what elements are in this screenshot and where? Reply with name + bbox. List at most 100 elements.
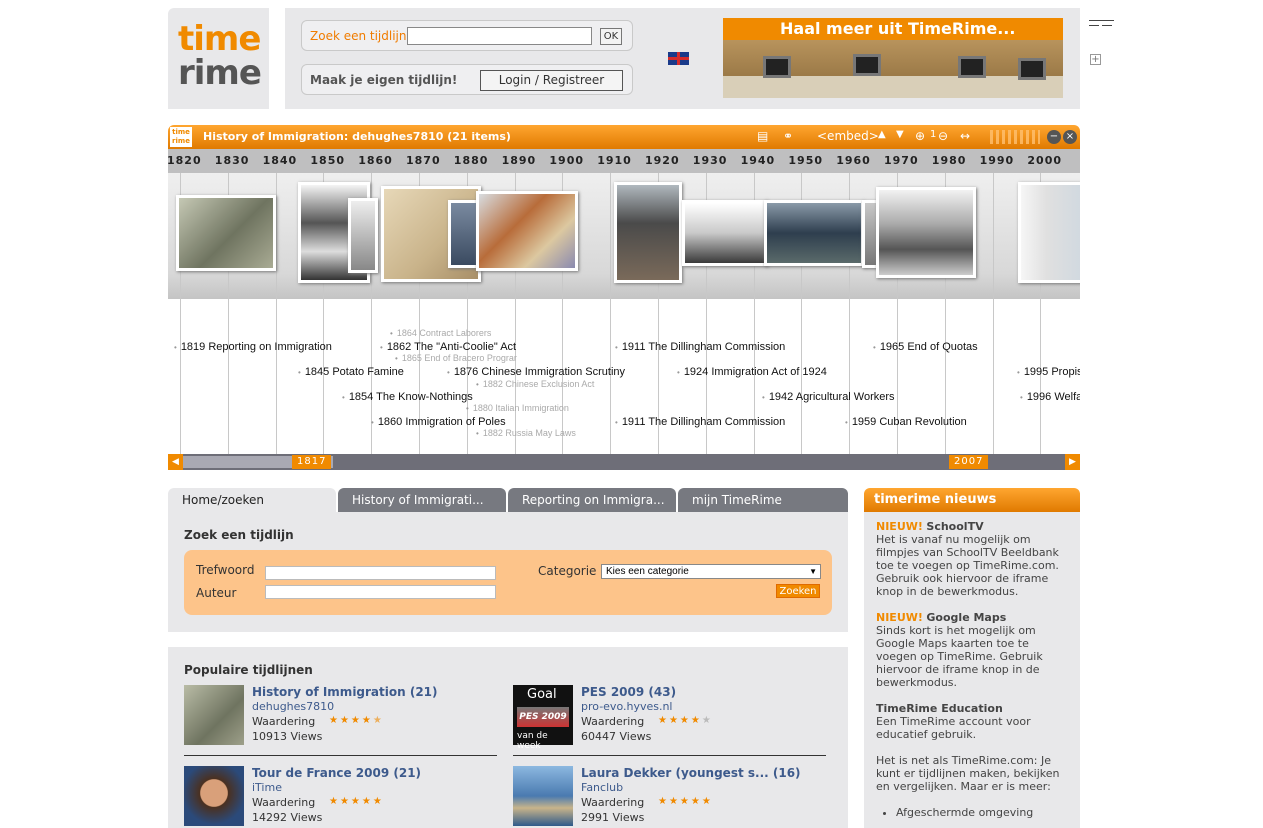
timeline-event-label[interactable]: 1864 Contract Laborers	[390, 328, 492, 338]
divider	[184, 755, 497, 756]
timeline-event-label[interactable]: 1911 The Dillingham Commission	[615, 341, 785, 353]
event-thumbnail[interactable]	[1018, 182, 1080, 283]
expand-icon[interactable]: +	[1090, 54, 1101, 65]
timeline-event-area: 1864 Contract Laborers 1819 Reporting on …	[168, 299, 1080, 454]
arrow-down-icon[interactable]: ▼	[896, 129, 904, 140]
news-panel: NIEUW! SchoolTV Het is vanaf nu mogelijk…	[864, 512, 1080, 828]
popular-item[interactable]: History of Immigration (21) dehughes7810…	[184, 685, 498, 758]
timeline-event-label[interactable]: 1996 Welfa	[1020, 391, 1080, 403]
event-thumbnail[interactable]	[476, 191, 578, 271]
thumbnail-image[interactable]: Goal PES 2009 van de week	[513, 685, 573, 751]
minimize-icon[interactable]: −	[1047, 130, 1061, 144]
link-icon[interactable]: ⚭	[783, 129, 793, 143]
create-timeline-label: Maak je eigen tijdlijn!	[310, 73, 458, 87]
search-timeline-input[interactable]	[407, 27, 592, 45]
popular-item-author[interactable]: Fanclub	[581, 781, 623, 794]
range-start-marker[interactable]: 1817	[292, 455, 332, 469]
event-thumbnail[interactable]	[348, 198, 378, 273]
news-item: NIEUW! Google Maps Sinds kort is het mog…	[876, 611, 1068, 689]
range-end-marker[interactable]: 2007	[949, 455, 989, 469]
print-icon[interactable]: ▤	[757, 129, 768, 143]
drag-handle[interactable]	[990, 130, 1040, 144]
timeline-event-label[interactable]: 1876 Chinese Immigration Scrutiny	[447, 366, 625, 378]
timeline-event-label[interactable]: 1845 Potato Famine	[298, 366, 404, 378]
timeline-image-strip	[168, 173, 1080, 299]
timeline-event-label[interactable]: 1865 End of Bracero Prograr	[395, 353, 517, 363]
author-input[interactable]	[265, 585, 496, 599]
arrow-up-icon[interactable]: ▲	[878, 129, 886, 140]
timeline-event-label[interactable]: 1911 The Dillingham Commission	[615, 416, 785, 428]
timeline-event-label[interactable]: 1854 The Know-Nothings	[342, 391, 473, 403]
scroll-right-icon[interactable]: ▶	[1065, 454, 1080, 470]
timeline-event-label[interactable]: 1995 Propis	[1017, 366, 1080, 378]
logo-line2: rime	[178, 53, 262, 93]
tab-my-timerime[interactable]: mijn TimeRime	[678, 488, 848, 512]
timeline-event-label[interactable]: 1860 Immigration of Poles	[371, 416, 506, 428]
timerime-logo[interactable]: time rime	[168, 8, 269, 109]
rating-label: Waardering	[581, 796, 645, 809]
timeline-event-label[interactable]: 1819 Reporting on Immigration	[174, 341, 332, 353]
year-gridline	[992, 173, 994, 299]
tab-home-search[interactable]: Home/zoeken	[168, 488, 336, 512]
news-item: Het is net als TimeRime.com: Je kunt er …	[876, 754, 1068, 793]
popular-item-title[interactable]: PES 2009 (43)	[581, 685, 676, 699]
embed-button[interactable]: <embed>	[817, 129, 879, 143]
popular-item-title[interactable]: Tour de France 2009 (21)	[252, 766, 421, 780]
timeline-event-label[interactable]: 1942 Agricultural Workers	[762, 391, 895, 403]
zoom-in-icon[interactable]: ⊕	[915, 129, 925, 143]
ok-button[interactable]: OK	[600, 28, 622, 45]
popular-item-title[interactable]: Laura Dekker (youngest s... (16)	[581, 766, 801, 780]
category-select[interactable]: Kies een categorie ▼	[601, 564, 821, 579]
rating-stars: ★★★★★	[329, 796, 384, 807]
timeline-logo: time rime	[170, 127, 192, 147]
event-thumbnail[interactable]	[614, 182, 682, 283]
popular-item-title[interactable]: History of Immigration (21)	[252, 685, 438, 699]
tab-reporting-on-immigration[interactable]: Reporting on Immigra...	[508, 488, 676, 512]
fit-width-icon[interactable]: ↔	[960, 129, 970, 143]
popular-item[interactable]: Laura Dekker (youngest s... (16) Fanclub…	[513, 766, 827, 828]
year-tick-label: 1870	[406, 154, 441, 167]
timeline-event-label[interactable]: 1924 Immigration Act of 1924	[677, 366, 827, 378]
timeline-toolbar: time rime History of Immigration: dehughe…	[168, 125, 1080, 149]
view-count: 2991 Views	[581, 811, 645, 824]
timeline-event-label[interactable]: 1959 Cuban Revolution	[845, 416, 967, 428]
thumbnail-image[interactable]	[184, 766, 244, 826]
close-icon[interactable]: ×	[1063, 130, 1077, 144]
year-gridline	[992, 299, 994, 454]
timeline-event-label[interactable]: 1882 Chinese Exclusion Act	[476, 379, 595, 389]
login-register-button[interactable]: Login / Registreer	[480, 70, 623, 91]
menu-icon[interactable]	[1089, 20, 1114, 30]
timeline-event-label[interactable]: 1965 End of Quotas	[873, 341, 978, 353]
zoom-out-icon[interactable]: ⊖	[938, 129, 948, 143]
news-heading: timerime nieuws	[864, 488, 1080, 512]
timeline-event-label[interactable]: 1862 The "Anti-Coolie" Act	[380, 341, 516, 353]
uk-flag-icon[interactable]	[668, 52, 689, 65]
thumbnail-image[interactable]	[184, 685, 244, 745]
popular-item-author[interactable]: pro-evo.hyves.nl	[581, 700, 673, 713]
promo-banner[interactable]: Haal meer uit TimeRime...	[723, 18, 1063, 98]
timeline-range-slider[interactable]: ◀ 1817 2007 ▶	[168, 454, 1080, 470]
event-thumbnail[interactable]	[764, 200, 864, 266]
keyword-input[interactable]	[265, 566, 496, 580]
scroll-left-icon[interactable]: ◀	[168, 454, 183, 470]
timeline-event-label[interactable]: 1880 Italian Immigration	[466, 403, 569, 413]
thumbnail-image[interactable]	[513, 766, 573, 826]
search-panel: Zoek een tijdlijn Trefwoord Auteur Categ…	[168, 512, 848, 632]
rating-stars: ★★★★★	[329, 715, 384, 726]
popular-item[interactable]: Goal PES 2009 van de week PES 2009 (43) …	[513, 685, 827, 758]
banner-monitor	[1018, 58, 1046, 80]
popular-item[interactable]: Tour de France 2009 (21) iTime Waarderin…	[184, 766, 498, 828]
chevron-down-icon: ▼	[809, 567, 817, 576]
popular-item-author[interactable]: iTime	[252, 781, 282, 794]
timeline-event-label[interactable]: 1882 Russia May Laws	[476, 428, 576, 438]
search-timeline-label: Zoek een tijdlijn	[310, 29, 407, 43]
year-tick-label: 1860	[358, 154, 393, 167]
event-thumbnail[interactable]	[876, 187, 976, 278]
search-submit-button[interactable]: Zoeken	[776, 584, 820, 598]
tab-history-of-immigration[interactable]: History of Immigrati...	[338, 488, 506, 512]
category-label: Categorie	[538, 564, 597, 578]
event-thumbnail[interactable]	[682, 200, 768, 266]
event-thumbnail[interactable]	[176, 195, 276, 271]
popular-item-author[interactable]: dehughes7810	[252, 700, 334, 713]
banner-desk	[723, 76, 1063, 98]
